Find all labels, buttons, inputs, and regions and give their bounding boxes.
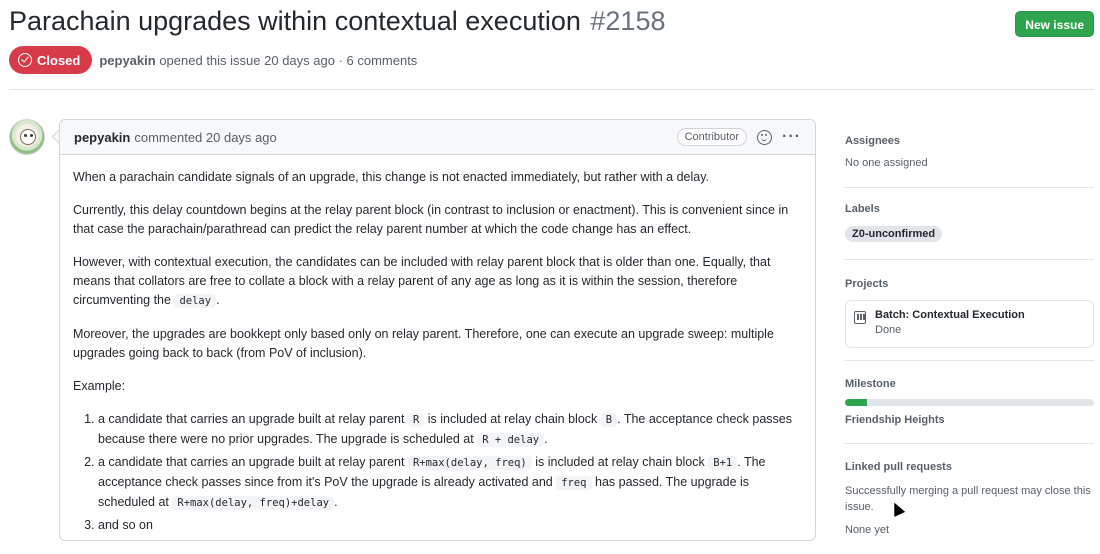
- issue-header: Parachain upgrades within contextual exe…: [9, 4, 1094, 44]
- issue-number: #2158: [590, 6, 666, 36]
- status-badge: Closed: [9, 46, 93, 74]
- add-reaction-icon[interactable]: [757, 129, 773, 145]
- milestone-progress-bar: [845, 399, 1094, 406]
- avatar-eye-right: [30, 134, 33, 137]
- comment-paragraph-5: Example:: [73, 379, 126, 393]
- avatar-face: [20, 129, 36, 145]
- code-r-plus-delay: R + delay: [477, 433, 545, 447]
- comment-author[interactable]: pepyakin: [74, 130, 130, 145]
- comment-paragraph-4: Moreover, the upgrades are bookkept only…: [73, 327, 774, 360]
- list-item: a candidate that carries an upgrade buil…: [98, 453, 802, 513]
- milestone-title[interactable]: Milestone: [845, 378, 1094, 390]
- issue-opened-text: pepyakin opened this issue 20 days ago ·…: [99, 53, 417, 68]
- milestone-name[interactable]: Friendship Heights: [845, 414, 1094, 426]
- issue-sidebar: Assignees No one assigned Labels Z0-unco…: [845, 125, 1094, 536]
- labels-section: Labels Z0-unconfirmed: [845, 188, 1094, 260]
- comment-paragraph-1: When a parachain candidate signals of an…: [73, 170, 710, 184]
- label-badge[interactable]: Z0-unconfirmed: [845, 226, 943, 242]
- comment-time[interactable]: commented 20 days ago: [134, 130, 276, 145]
- li1-text-b: is included at relay chain block: [427, 412, 598, 426]
- li1-text-d: .: [544, 432, 548, 446]
- assignees-section: Assignees No one assigned: [845, 125, 1094, 188]
- avatar-eye-left: [24, 134, 27, 137]
- linked-prs-section: Linked pull requests Successfully mergin…: [845, 444, 1094, 536]
- comment-paragraph-3: However, with contextual execution, the …: [73, 253, 802, 311]
- list-item: and so on: [98, 516, 802, 535]
- issue-opened-detail: opened this issue 20 days ago · 6 commen…: [159, 52, 418, 68]
- li2-text-a: a candidate that carries an upgrade buil…: [98, 455, 405, 469]
- projects-title[interactable]: Projects: [845, 278, 1094, 290]
- li2-text-e: .: [334, 495, 338, 509]
- comment-actions: Contributor ···: [676, 128, 801, 146]
- linked-prs-none: None yet: [845, 524, 890, 536]
- li1-text-a: a candidate that carries an upgrade buil…: [98, 412, 405, 426]
- project-board-icon: [854, 311, 866, 324]
- project-card[interactable]: Batch: Contextual Execution Done: [845, 300, 1094, 348]
- issue-author-link[interactable]: pepyakin: [99, 53, 155, 68]
- project-status: Done: [875, 324, 902, 336]
- more-options-icon[interactable]: ···: [782, 129, 801, 145]
- code-r-max-delay: R+max(delay, freq)+delay: [172, 496, 335, 510]
- issue-meta: Closed pepyakin opened this issue 20 day…: [9, 46, 417, 74]
- milestone-progress-fill: [845, 399, 868, 406]
- p3-text-b: .: [216, 293, 220, 307]
- code-delay: delay: [174, 294, 217, 308]
- li2-text-b: is included at relay chain block: [535, 455, 705, 469]
- assignees-value: No one assigned: [845, 157, 928, 169]
- issue-closed-icon: [18, 53, 32, 67]
- code-b: B: [600, 413, 618, 427]
- project-name[interactable]: Batch: Contextual Execution: [875, 309, 1085, 321]
- comment-paragraph-2: Currently, this delay countdown begins a…: [73, 203, 789, 236]
- milestone-section: Milestone Friendship Heights: [845, 361, 1094, 444]
- linked-prs-title: Linked pull requests: [845, 461, 952, 473]
- labels-title[interactable]: Labels: [845, 203, 1094, 215]
- linked-prs-text: Successfully merging a pull request may …: [845, 485, 1091, 513]
- code-freq: freq: [556, 476, 592, 490]
- code-r-max: R+max(delay, freq): [407, 456, 532, 470]
- issue-title-text: Parachain upgrades within contextual exe…: [9, 6, 581, 36]
- code-r: R: [407, 413, 425, 427]
- comment-box: pepyakin commented 20 days ago Contribut…: [59, 119, 816, 541]
- issue-title: Parachain upgrades within contextual exe…: [9, 4, 1094, 38]
- projects-section: Projects Batch: Contextual Execution Don…: [845, 260, 1094, 361]
- list-item: a candidate that carries an upgrade buil…: [98, 410, 802, 450]
- code-b-plus-1: B+1: [708, 456, 738, 470]
- avatar[interactable]: [9, 119, 45, 155]
- new-issue-button[interactable]: New issue: [1015, 11, 1094, 37]
- comment-header: pepyakin commented 20 days ago Contribut…: [60, 120, 815, 155]
- header-divider: [9, 89, 1094, 90]
- status-label: Closed: [37, 52, 81, 68]
- contributor-badge: Contributor: [676, 128, 748, 146]
- example-list: a candidate that carries an upgrade buil…: [73, 410, 802, 535]
- assignees-title[interactable]: Assignees: [845, 135, 1094, 147]
- comment-body: When a parachain candidate signals of an…: [60, 155, 815, 535]
